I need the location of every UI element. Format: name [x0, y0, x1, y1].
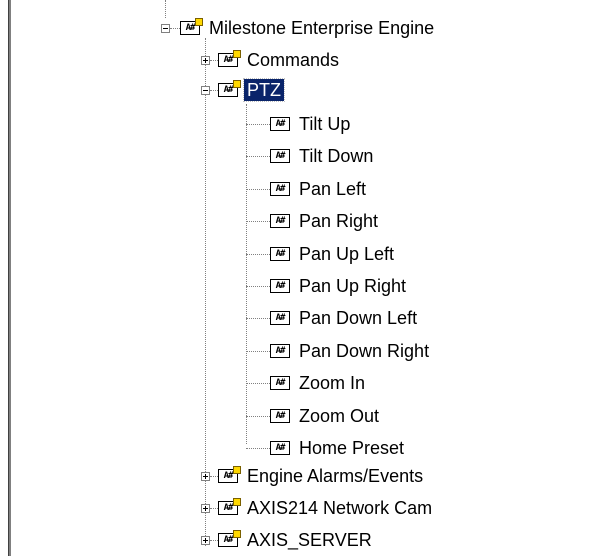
- tree-leaf-3[interactable]: A# Pan Right: [246, 207, 381, 235]
- tree-leaf-9[interactable]: A# Zoom Out: [246, 402, 382, 430]
- tree-node-root[interactable]: A# Milestone Enterprise Engine: [161, 14, 437, 42]
- tree-leaf-label: Pan Down Left: [299, 308, 418, 328]
- script-folder-icon: A#: [218, 50, 241, 67]
- tree-leaf-label: Zoom In: [299, 373, 366, 393]
- tree-view[interactable]: A# Milestone Enterprise Engine A# Comman…: [11, 0, 607, 556]
- tree-node-label: Engine Alarms/Events: [247, 466, 424, 486]
- script-command-icon: A#: [270, 117, 290, 131]
- tree-node-label: Commands: [247, 50, 340, 70]
- tree-leaf-7[interactable]: A# Pan Down Right: [246, 337, 432, 365]
- script-command-icon: A#: [270, 344, 290, 358]
- script-folder-icon: A#: [218, 530, 241, 547]
- tree-leaf-label: Tilt Up: [299, 114, 351, 134]
- tree-leaf-8[interactable]: A# Zoom In: [246, 369, 368, 397]
- left-pane: [0, 0, 8, 556]
- script-command-icon: A#: [270, 279, 290, 293]
- tree-node-commands[interactable]: A# Commands: [201, 46, 342, 74]
- tree-node-label-selected: PTZ: [243, 78, 285, 102]
- script-command-icon: A#: [270, 247, 290, 261]
- tree-leaf-label: Tilt Down: [299, 146, 374, 166]
- tree-leaf-label: Zoom Out: [299, 406, 380, 426]
- collapse-toggle[interactable]: [201, 86, 210, 95]
- tree-leaf-4[interactable]: A# Pan Up Left: [246, 240, 397, 268]
- script-command-icon: A#: [270, 409, 290, 423]
- tree-leaf-5[interactable]: A# Pan Up Right: [246, 272, 409, 300]
- tree-node-axis-server[interactable]: A# AXIS_SERVER: [201, 526, 375, 554]
- script-folder-icon: A#: [180, 18, 203, 35]
- collapse-toggle[interactable]: [161, 24, 170, 33]
- script-folder-icon: A#: [218, 498, 241, 515]
- expand-toggle[interactable]: [201, 536, 210, 545]
- script-command-icon: A#: [270, 214, 290, 228]
- tree-leaf-label: Pan Up Right: [299, 276, 407, 296]
- script-folder-icon: A#: [218, 80, 241, 97]
- tree-leaf-label: Home Preset: [299, 438, 405, 458]
- tree-node-engine-alarms-events[interactable]: A# Engine Alarms/Events: [201, 462, 426, 490]
- tree-node-label: Milestone Enterprise Engine: [209, 18, 435, 38]
- tree-leaf-2[interactable]: A# Pan Left: [246, 175, 369, 203]
- script-command-icon: A#: [270, 376, 290, 390]
- tree-leaf-label: Pan Up Left: [299, 244, 395, 264]
- expand-toggle[interactable]: [201, 472, 210, 481]
- script-folder-icon: A#: [218, 466, 241, 483]
- expand-toggle[interactable]: [201, 504, 210, 513]
- tree-leaf-label: Pan Right: [299, 211, 379, 231]
- script-command-icon: A#: [270, 441, 290, 455]
- tree-leaf-label: Pan Left: [299, 179, 367, 199]
- tree-node-label: AXIS214 Network Cam: [247, 498, 433, 518]
- script-command-icon: A#: [270, 182, 290, 196]
- tree-leaf-10[interactable]: A# Home Preset: [246, 434, 407, 462]
- expand-toggle[interactable]: [201, 56, 210, 65]
- tree-node-axis214-network-cam[interactable]: A# AXIS214 Network Cam: [201, 494, 435, 522]
- tree-node-label: AXIS_SERVER: [247, 530, 372, 550]
- tree-leaf-1[interactable]: A# Tilt Down: [246, 142, 376, 170]
- script-command-icon: A#: [270, 311, 290, 325]
- tree-node-ptz[interactable]: A# PTZ: [201, 76, 285, 104]
- script-command-icon: A#: [270, 149, 290, 163]
- tree-leaf-label: Pan Down Right: [299, 341, 430, 361]
- tree-leaf-6[interactable]: A# Pan Down Left: [246, 304, 420, 332]
- tree-leaf-0[interactable]: A# Tilt Up: [246, 110, 353, 138]
